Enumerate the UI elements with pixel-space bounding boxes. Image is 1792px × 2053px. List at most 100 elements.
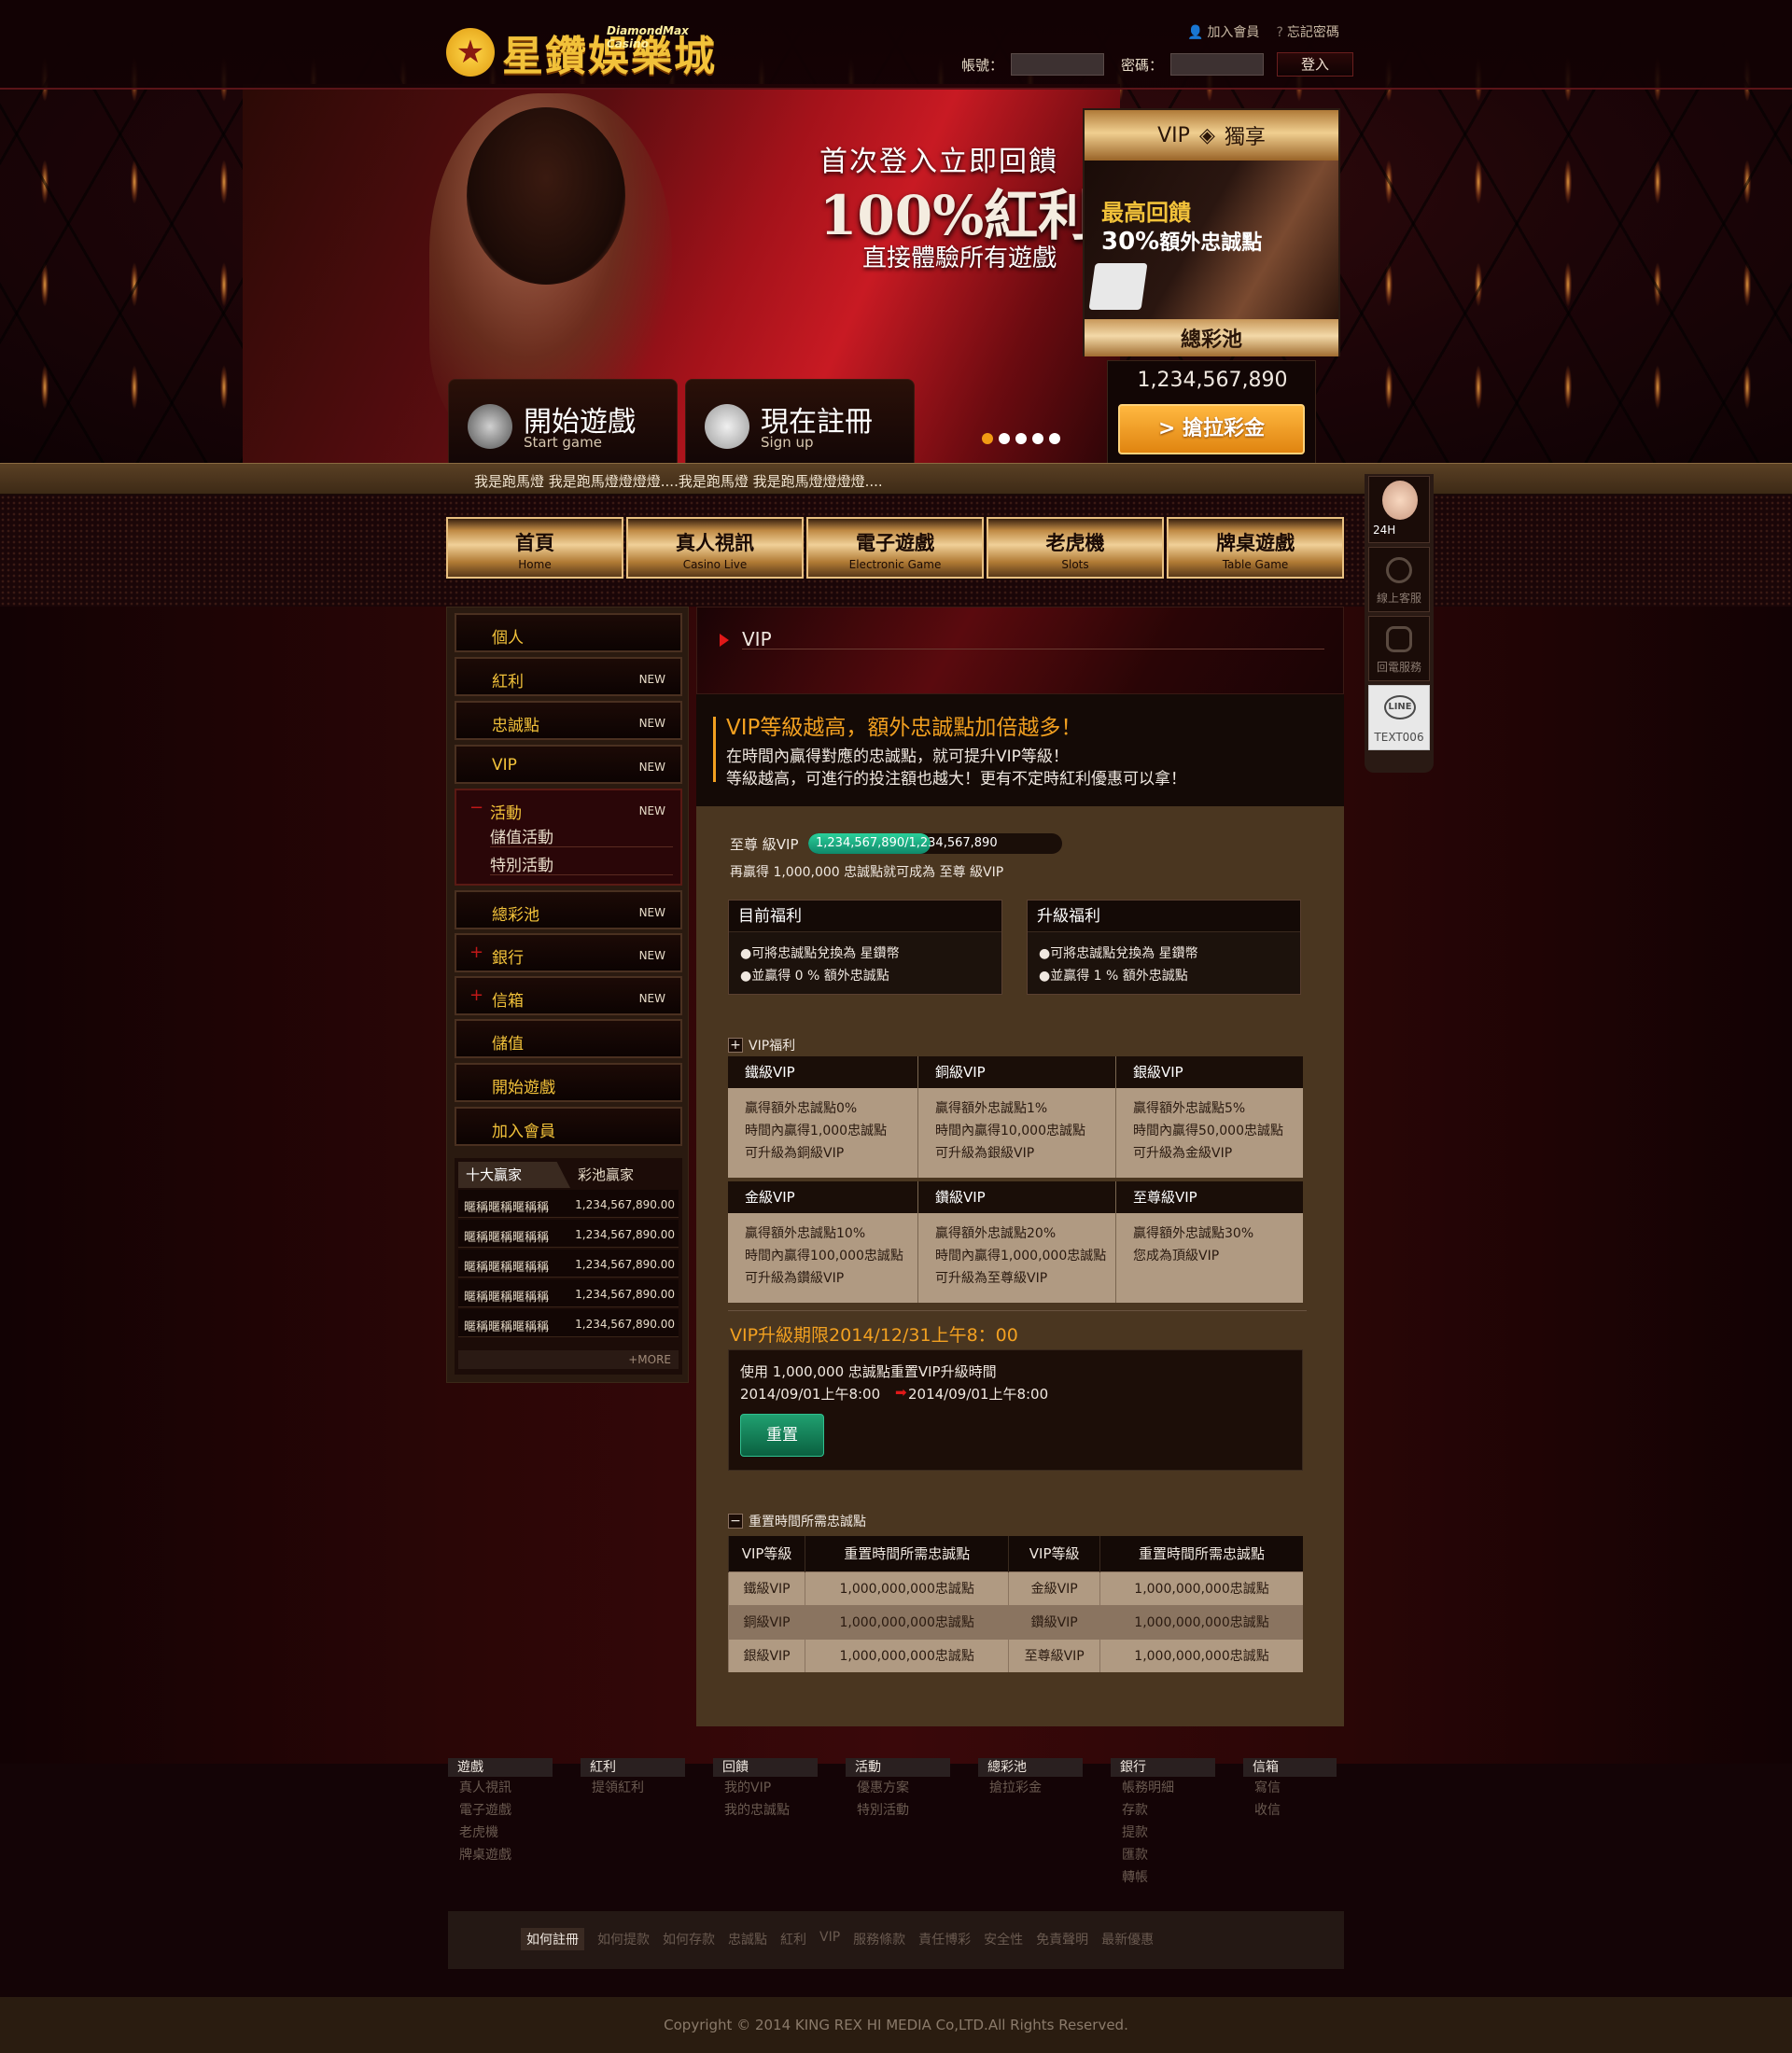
footer-link[interactable]: 真人視訊 xyxy=(448,1777,581,1799)
tier-line: 贏得額外忠誠點5% xyxy=(1133,1101,1246,1116)
nav-home[interactable]: 首頁 Home xyxy=(446,517,623,579)
expand-icon[interactable]: + xyxy=(469,943,483,962)
footer-info-link[interactable]: 責任博彩 xyxy=(918,1930,971,1950)
more-winners-link[interactable]: +MORE xyxy=(458,1350,679,1369)
footer-info-link[interactable]: 最新優惠 xyxy=(1101,1930,1154,1950)
nav-label-cn: 老虎機 xyxy=(1045,532,1105,554)
footer-info-link[interactable]: 如何提款 xyxy=(597,1930,650,1950)
reset-button[interactable]: 重置 xyxy=(740,1414,824,1457)
callback-service-button[interactable]: 回電服務 xyxy=(1368,616,1430,681)
tab-top-winners[interactable]: 十大贏家 xyxy=(458,1162,570,1188)
reset-table-toggle[interactable]: − 重置時間所需忠誠點 xyxy=(728,1512,866,1530)
footer-link[interactable]: 匯款 xyxy=(1111,1844,1243,1866)
new-badge: NEW xyxy=(638,992,665,1005)
footer-link[interactable]: 特別活動 xyxy=(846,1799,978,1822)
password-input[interactable] xyxy=(1170,53,1265,76)
footer-info-link[interactable]: 免責聲明 xyxy=(1036,1930,1088,1950)
account-input[interactable] xyxy=(1011,53,1105,76)
footer-link[interactable]: 老虎機 xyxy=(448,1822,581,1844)
nav-slots[interactable]: 老虎機 Slots xyxy=(987,517,1164,579)
login-form: 帳號： 密碼： 登入 xyxy=(961,52,1354,77)
sidebar-item-loyalty[interactable]: 忠誠點 NEW xyxy=(455,701,682,740)
sidebar-item-bank[interactable]: + 銀行 NEW xyxy=(455,933,682,972)
tier-name: 金級VIP xyxy=(728,1181,917,1213)
carousel-dot[interactable] xyxy=(1049,433,1060,444)
tier-line: 您成為頂級VIP xyxy=(1133,1249,1220,1264)
sidebar-item-label: VIP xyxy=(492,756,517,775)
grab-jackpot-button[interactable]: > 搶拉彩金 xyxy=(1118,404,1305,454)
sidebar-item-mailbox[interactable]: + 信箱 NEW xyxy=(455,976,682,1015)
support-agent-icon xyxy=(1382,481,1418,520)
footer-link[interactable]: 收信 xyxy=(1243,1799,1337,1822)
sidebar-subitem-deposit-event[interactable]: 儲值活動 xyxy=(490,824,553,847)
sidebar-item-events[interactable]: − 活動 NEW 儲值活動 特別活動 xyxy=(455,789,682,886)
nav-table-game[interactable]: 牌桌遊戲 Table Game xyxy=(1167,517,1344,579)
footer-link[interactable]: 提領紅利 xyxy=(581,1777,713,1799)
winner-name: 暱稱暱稱暱稱稱 xyxy=(464,1231,550,1245)
support-24h[interactable]: 24H xyxy=(1368,476,1430,543)
vip-tier-card: 銀級VIP 贏得額外忠誠點5% 時間內贏得50,000忠誠點 可升級為金級VIP xyxy=(1116,1056,1303,1178)
start-game-button[interactable]: 開始遊戲 Start game xyxy=(448,379,678,467)
sidebar-item-vip[interactable]: VIP NEW xyxy=(455,745,682,784)
footer-info-link[interactable]: 紅利 xyxy=(780,1930,806,1950)
expand-icon[interactable]: + xyxy=(469,985,483,1005)
sidebar-item-join[interactable]: 加入會員 xyxy=(455,1107,682,1146)
footer-column-jackpot: 總彩池 搶拉彩金 xyxy=(978,1758,1111,1889)
divider xyxy=(490,846,673,847)
footer-link[interactable]: 搶拉彩金 xyxy=(978,1777,1111,1799)
tier-line: 可升級為銅級VIP xyxy=(745,1146,845,1161)
winner-amount: 1,234,567,890.00 xyxy=(575,1288,675,1301)
nav-electronic-game[interactable]: 電子遊戲 Electronic Game xyxy=(806,517,984,579)
nav-label-en: Table Game xyxy=(1222,558,1289,571)
sidebar-item-jackpot[interactable]: 總彩池 NEW xyxy=(455,890,682,929)
intro-text-1: 在時間內贏得對應的忠誠點，就可提升VIP等級！ xyxy=(726,747,1069,766)
carousel-dot[interactable] xyxy=(999,433,1010,444)
nav-casino-live[interactable]: 真人視訊 Casino Live xyxy=(626,517,804,579)
line-contact-button[interactable]: LINE TEXT006 xyxy=(1368,685,1430,750)
carousel-dot[interactable] xyxy=(1032,433,1043,444)
signup-button[interactable]: 現在註冊 Sign up xyxy=(685,379,915,467)
vip-promo-panel[interactable]: VIP ◈ 獨享 最高回饋 30%額外忠誠點 總彩池 xyxy=(1083,108,1340,356)
nav-label-cn: 真人視訊 xyxy=(676,532,754,554)
footer-info-link[interactable]: 安全性 xyxy=(984,1930,1023,1950)
sidebar-item-deposit[interactable]: 儲值 xyxy=(455,1019,682,1058)
footer-link[interactable]: 電子遊戲 xyxy=(448,1799,581,1822)
footer-link[interactable]: 寫信 xyxy=(1243,1777,1337,1799)
online-service-button[interactable]: 線上客服 xyxy=(1368,547,1430,612)
vip-benefits-toggle[interactable]: + VIP福利 xyxy=(728,1036,795,1054)
sidebar-item-label: 活動 xyxy=(490,804,522,823)
tier-line: 贏得額外忠誠點0% xyxy=(745,1101,858,1116)
footer-info-link[interactable]: 忠誠點 xyxy=(728,1930,767,1950)
sidebar-subitem-special-event[interactable]: 特別活動 xyxy=(490,852,553,875)
footer-info-link[interactable]: VIP xyxy=(819,1930,840,1950)
footer-link[interactable]: 牌桌遊戲 xyxy=(448,1844,581,1866)
sidebar-item-bonus[interactable]: 紅利 NEW xyxy=(455,657,682,696)
sidebar-item-personal[interactable]: 個人 xyxy=(455,613,682,652)
carousel-dot[interactable] xyxy=(1015,433,1027,444)
winners-panel: 十大贏家 彩池贏家 暱稱暱稱暱稱稱 1,234,567,890.00 暱稱暱稱暱稱… xyxy=(455,1158,682,1375)
new-badge: NEW xyxy=(638,717,665,730)
sidebar-item-start-game[interactable]: 開始遊戲 xyxy=(455,1063,682,1102)
vip-line-2: 30%額外忠誠點 xyxy=(1101,226,1262,256)
footer-link[interactable]: 我的忠誠點 xyxy=(713,1799,846,1822)
login-button[interactable]: 登入 xyxy=(1277,52,1354,77)
footer-info-link[interactable]: 如何存款 xyxy=(663,1930,715,1950)
footer-link[interactable]: 優惠方案 xyxy=(846,1777,978,1799)
new-badge: NEW xyxy=(638,761,665,774)
site-logo[interactable]: ★ 星鑽娛樂城 DiamondMax Casino xyxy=(446,22,717,82)
footer-info-link[interactable]: 服務條款 xyxy=(853,1930,905,1950)
footer-info-link-active[interactable]: 如何註冊 xyxy=(521,1928,584,1950)
nav-label-en: Casino Live xyxy=(682,558,748,571)
carousel-dot[interactable] xyxy=(982,433,993,444)
footer-link[interactable]: 轉帳 xyxy=(1111,1866,1243,1889)
footer-link[interactable]: 我的VIP xyxy=(713,1777,846,1799)
winner-amount: 1,234,567,890.00 xyxy=(575,1318,675,1331)
forgot-password-link[interactable]: ? 忘記密碼 xyxy=(1276,22,1338,41)
footer-link[interactable]: 帳務明細 xyxy=(1111,1777,1243,1799)
collapse-icon[interactable]: − xyxy=(469,798,483,817)
marquee-bar: 我是跑馬燈 我是跑馬燈燈燈燈....我是跑馬燈 我是跑馬燈燈燈燈.... xyxy=(0,463,1792,495)
footer-link[interactable]: 提款 xyxy=(1111,1822,1243,1844)
join-link[interactable]: 👤 加入會員 xyxy=(1187,22,1259,41)
tab-jackpot-winners[interactable]: 彩池贏家 xyxy=(570,1162,679,1188)
footer-link[interactable]: 存款 xyxy=(1111,1799,1243,1822)
